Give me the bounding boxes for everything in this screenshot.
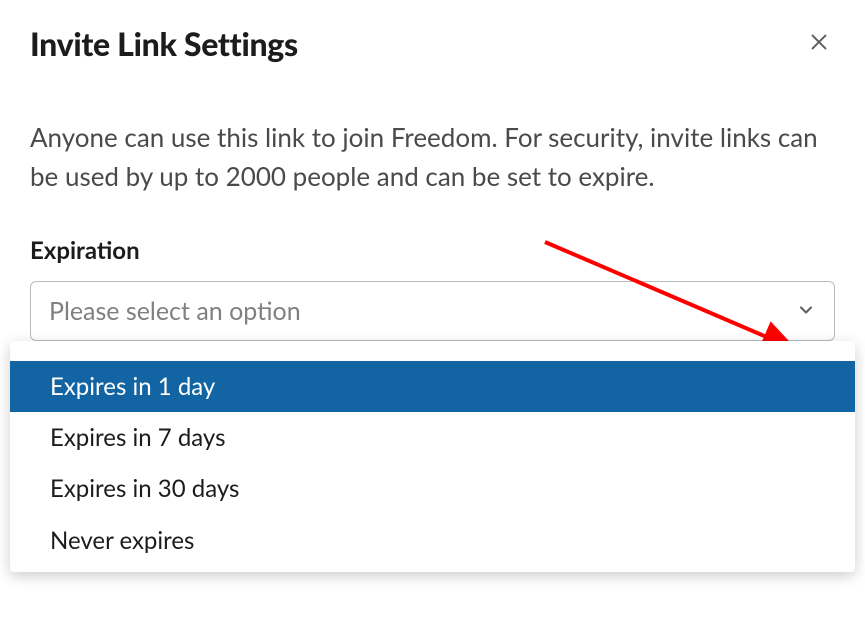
expiration-dropdown: Expires in 1 day Expires in 7 days Expir…: [10, 341, 855, 572]
expiration-label: Expiration: [30, 236, 835, 265]
expiration-select-wrapper: Please select an option Expires in 1 day…: [30, 281, 835, 341]
dropdown-option[interactable]: Expires in 1 day: [10, 361, 855, 412]
dialog-description: Anyone can use this link to join Freedom…: [30, 118, 835, 196]
dialog-title: Invite Link Settings: [30, 24, 298, 63]
close-button[interactable]: [803, 28, 835, 60]
close-icon: [808, 31, 830, 56]
expiration-select[interactable]: Please select an option: [30, 281, 835, 341]
dialog-header: Invite Link Settings: [30, 24, 835, 63]
dropdown-option[interactable]: Never expires: [10, 515, 855, 566]
dropdown-option[interactable]: Expires in 7 days: [10, 412, 855, 463]
dropdown-option[interactable]: Expires in 30 days: [10, 463, 855, 514]
invite-link-settings-dialog: Invite Link Settings Anyone can use this…: [0, 0, 865, 365]
select-placeholder: Please select an option: [49, 296, 301, 326]
chevron-down-icon: [796, 296, 816, 326]
